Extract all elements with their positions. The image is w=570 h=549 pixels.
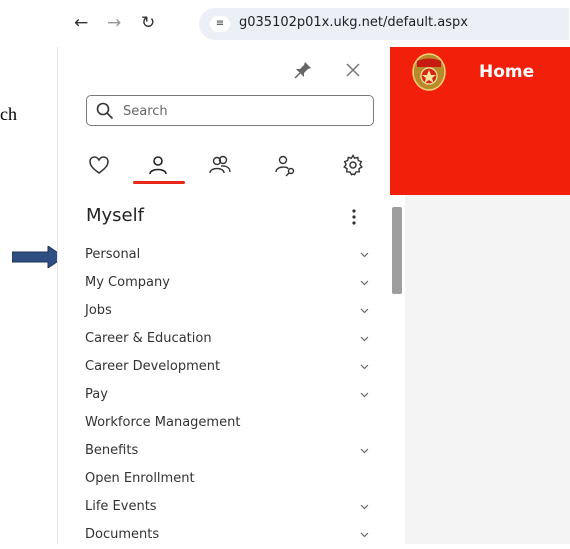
- chevron-down-icon: [360, 392, 369, 398]
- menu-item-label: Career & Education: [85, 331, 212, 346]
- chevron-down-icon: [360, 336, 369, 342]
- chevron-down-icon: [360, 252, 369, 258]
- section-title: Myself: [86, 205, 144, 226]
- menu-item-career-education[interactable]: Career & Education: [85, 325, 375, 353]
- page-title: Home: [479, 62, 535, 82]
- menu-item-label: Documents: [85, 527, 160, 542]
- pin-icon[interactable]: [294, 61, 312, 79]
- chevron-down-icon: [360, 308, 369, 314]
- heart-icon: [89, 156, 109, 174]
- menu-item-documents[interactable]: Documents: [85, 521, 375, 549]
- menu-item-label: Pay: [85, 387, 108, 402]
- close-icon[interactable]: [343, 60, 363, 80]
- tab-administration[interactable]: [271, 151, 299, 179]
- company-logo-icon: [412, 53, 446, 91]
- menu-item-label: Personal: [85, 247, 141, 262]
- chevron-down-icon: [360, 532, 369, 538]
- menu-item-career-development[interactable]: Career Development: [85, 353, 375, 381]
- menu-item-label: Jobs: [85, 303, 112, 318]
- back-icon[interactable]: ←: [74, 9, 88, 37]
- tab-settings[interactable]: [339, 151, 367, 179]
- menu-item-label: My Company: [85, 275, 170, 290]
- gear-icon: [343, 154, 363, 176]
- tab-favorites[interactable]: [85, 151, 113, 179]
- people-icon: [209, 155, 231, 174]
- browser-toolbar: ← → ↻ ≡ g035102p01x.ukg.net/default.aspx: [57, 0, 570, 47]
- menu-list: Personal My Company Jobs Career & Educat…: [85, 241, 375, 549]
- person-icon: [149, 156, 167, 175]
- chevron-down-icon: [360, 364, 369, 370]
- active-tab-indicator: [133, 181, 185, 184]
- navigation-sidebar: Myself Personal My Company Jobs Career &…: [57, 47, 391, 544]
- menu-item-personal[interactable]: Personal: [85, 241, 375, 269]
- main-content-area: [405, 195, 570, 544]
- menu-item-label: Open Enrollment: [85, 471, 195, 486]
- search-box[interactable]: [86, 95, 374, 126]
- scrollbar-thumb[interactable]: [392, 207, 402, 294]
- menu-item-open-enrollment[interactable]: Open Enrollment: [85, 465, 375, 493]
- search-input[interactable]: [123, 100, 363, 122]
- menu-item-label: Benefits: [85, 443, 139, 458]
- chevron-down-icon: [360, 280, 369, 286]
- url-text[interactable]: g035102p01x.ukg.net/default.aspx: [239, 15, 468, 30]
- menu-item-label: Life Events: [85, 499, 157, 514]
- chevron-down-icon: [360, 448, 369, 454]
- search-icon: [96, 102, 114, 120]
- menu-item-my-company[interactable]: My Company: [85, 269, 375, 297]
- tab-myself[interactable]: [144, 151, 172, 179]
- menu-item-label: Career Development: [85, 359, 221, 374]
- menu-item-label: Workforce Management: [85, 415, 241, 430]
- tab-my-team[interactable]: [206, 151, 234, 179]
- chevron-down-icon: [360, 504, 369, 510]
- menu-item-benefits[interactable]: Benefits: [85, 437, 375, 465]
- reload-icon[interactable]: ↻: [141, 9, 155, 37]
- address-bar[interactable]: ≡ g035102p01x.ukg.net/default.aspx: [199, 8, 569, 40]
- forward-icon[interactable]: →: [107, 9, 121, 37]
- app-header: Home: [390, 47, 570, 195]
- menu-item-pay[interactable]: Pay: [85, 381, 375, 409]
- more-options-icon[interactable]: [351, 208, 357, 226]
- site-info-icon[interactable]: ≡: [210, 16, 230, 32]
- person-key-icon: [275, 155, 295, 177]
- menu-item-life-events[interactable]: Life Events: [85, 493, 375, 521]
- menu-item-jobs[interactable]: Jobs: [85, 297, 375, 325]
- menu-item-workforce-management[interactable]: Workforce Management: [85, 409, 375, 437]
- document-text-fragment: ch: [0, 104, 17, 124]
